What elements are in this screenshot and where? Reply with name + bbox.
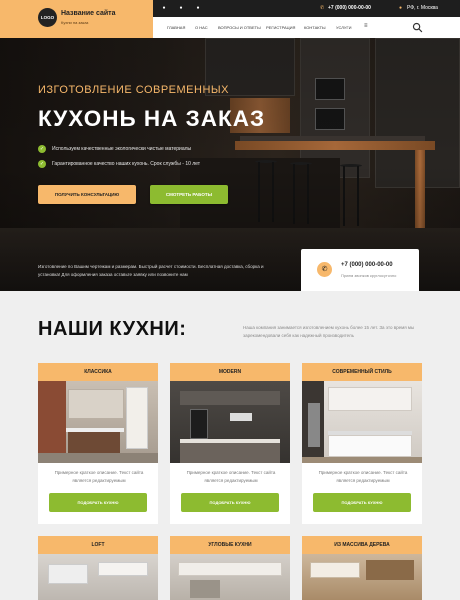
- top-bar: ● ● ● ✆ +7 (000) 000-00-00 ● РФ, г. Моск…: [153, 0, 460, 17]
- hero-feature-text: Используем качественные экологически чис…: [52, 146, 192, 152]
- nav-more-icon[interactable]: ≡: [364, 23, 368, 29]
- get-consultation-button[interactable]: Получить консультацию: [38, 185, 136, 204]
- nav-item-services[interactable]: Услуги: [336, 25, 352, 30]
- instagram-icon[interactable]: ●: [195, 5, 201, 11]
- contact-card: ✆ +7 (000) 000-00-00 Прием звонков кругл…: [301, 249, 419, 291]
- card-text: Примерное краткое описание. Текст сайта …: [318, 470, 408, 483]
- hero-title: КУХОНЬ НА ЗАКАЗ: [38, 106, 266, 131]
- nav-item-about[interactable]: О нас: [195, 25, 208, 30]
- kitchen-card-loft: Loft: [38, 536, 158, 600]
- kitchen-image: [170, 554, 290, 600]
- phone-icon: ✆: [320, 5, 325, 11]
- kitchen-card-classic: Классика Примерное краткое описание. Тек…: [38, 363, 158, 524]
- kitchen-image: [38, 381, 158, 463]
- nav-item-register[interactable]: Регистрация: [266, 25, 295, 30]
- card-text: Примерное краткое описание. Текст сайта …: [186, 470, 276, 483]
- view-works-button[interactable]: Смотреть работы: [150, 185, 228, 204]
- section-description: Наша компания занимается изготовлением к…: [243, 325, 415, 338]
- site-tagline: Кухни на заказ: [61, 20, 89, 25]
- check-icon: ✓: [38, 160, 46, 168]
- logo[interactable]: LOGO: [38, 8, 57, 27]
- brand-block[interactable]: LOGO Название сайта Кухни на заказ: [0, 0, 153, 38]
- hero-feature-text: Гарантированное качество наших кухонь. С…: [52, 161, 201, 167]
- card-title: Из массива дерева: [302, 536, 422, 554]
- choose-kitchen-button[interactable]: Подобрать кухню: [313, 493, 411, 512]
- vk-icon[interactable]: ●: [161, 5, 167, 11]
- kitchen-card-corner: Угловые кухни: [170, 536, 290, 600]
- location-icon: ●: [399, 5, 403, 11]
- nav-item-faq[interactable]: Вопросы и ответы: [218, 25, 261, 30]
- contact-hint: Прием звонков круглосуточно: [341, 273, 397, 278]
- choose-kitchen-button[interactable]: Подобрать кухню: [49, 493, 147, 512]
- card-title: Классика: [38, 363, 158, 381]
- section-title: НАШИ КУХНИ:: [38, 318, 187, 340]
- header-city: РФ, г. Москва: [407, 5, 438, 11]
- kitchen-image: [38, 554, 158, 600]
- kitchen-image: [170, 381, 290, 463]
- card-text: Примерное краткое описание. Текст сайта …: [54, 470, 144, 483]
- phone-icon: ✆: [317, 262, 332, 277]
- facebook-icon[interactable]: ●: [178, 5, 184, 11]
- kitchen-card-contemporary: Современный стиль Примерное краткое опис…: [302, 363, 422, 524]
- choose-kitchen-button[interactable]: Подобрать кухню: [181, 493, 279, 512]
- nav-item-contacts[interactable]: Контакты: [304, 25, 326, 30]
- kitchen-card-modern: Modern Примерное краткое описание. Текст…: [170, 363, 290, 524]
- hero-description: Изготовление по Вашим чертежам и размера…: [38, 264, 264, 277]
- card-title: Современный стиль: [302, 363, 422, 381]
- kitchen-image: [302, 554, 422, 600]
- kitchen-image: [302, 381, 422, 463]
- main-nav: Главная О нас Вопросы и ответы Регистрац…: [153, 17, 460, 38]
- hero-subtitle: ИЗГОТОВЛЕНИЕ СОВРЕМЕННЫХ: [38, 84, 229, 96]
- nav-item-home[interactable]: Главная: [167, 25, 185, 30]
- header-phone[interactable]: +7 (000) 000-00-00: [328, 5, 371, 11]
- card-title: Угловые кухни: [170, 536, 290, 554]
- contact-phone[interactable]: +7 (000) 000-00-00: [341, 262, 393, 268]
- card-title: Modern: [170, 363, 290, 381]
- site-name: Название сайта: [61, 10, 116, 17]
- kitchen-card-solid-wood: Из массива дерева: [302, 536, 422, 600]
- check-icon: ✓: [38, 145, 46, 153]
- card-title: Loft: [38, 536, 158, 554]
- search-icon[interactable]: [412, 22, 423, 33]
